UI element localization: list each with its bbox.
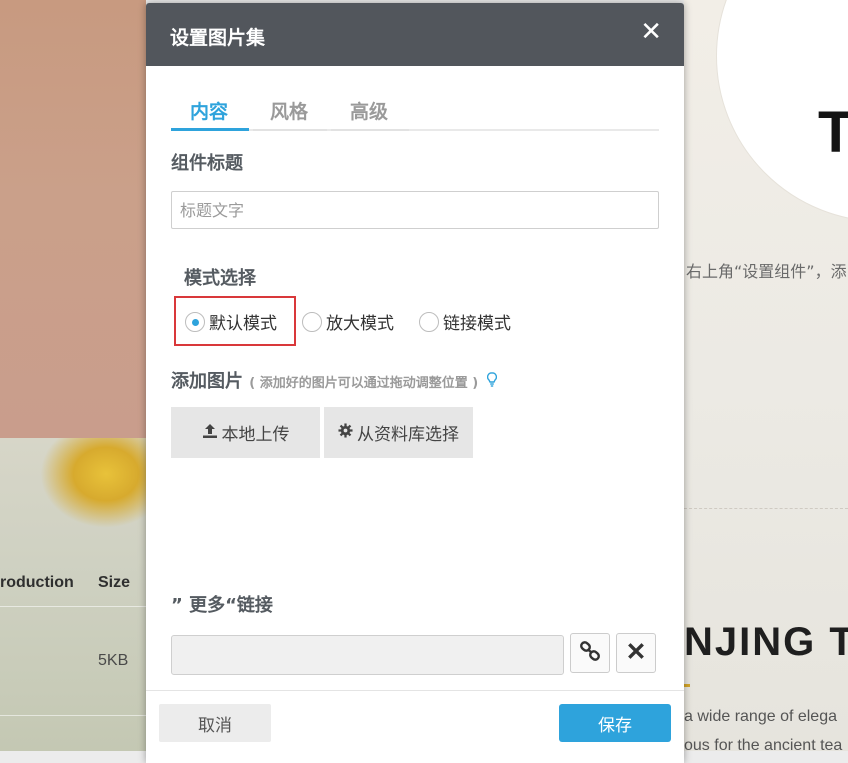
more-link-input[interactable] — [171, 635, 564, 675]
link-icon — [579, 640, 601, 666]
background-dashed-divider — [684, 508, 848, 509]
table-header-production: roduction — [0, 574, 74, 591]
component-title-input[interactable] — [171, 191, 659, 229]
tab-divider — [331, 129, 409, 131]
tab-advanced[interactable]: 高级 — [350, 97, 388, 124]
table-divider — [0, 606, 146, 607]
radio-button-checked[interactable] — [185, 311, 205, 332]
close-icon[interactable]: ✕ — [640, 19, 662, 45]
link-button[interactable] — [570, 633, 610, 673]
lightbulb-icon — [486, 372, 497, 391]
add-images-row: 添加图片 ( 添加好的图片可以通过拖动调整位置 ) — [171, 367, 497, 393]
add-images-label: 添加图片 — [171, 371, 243, 392]
radio-label: 链接模式 — [443, 314, 511, 334]
more-link-label: ” 更多“链接 — [171, 595, 273, 616]
background-heading-underline — [684, 684, 690, 687]
image-gallery-settings-modal: 设置图片集 ✕ 内容 风格 高级 组件标题 模式选择 默认模式 放大模式 链接模… — [146, 3, 684, 763]
local-upload-button[interactable]: 本地上传 — [171, 407, 320, 458]
modal-footer: 取消 保存 — [146, 690, 684, 763]
radio-label: 放大模式 — [326, 314, 394, 334]
background-paragraph-line: ous for the ancient tea — [684, 737, 843, 751]
background-paragraph-line: a wide range of elega — [684, 708, 837, 725]
table-header-size: Size — [98, 574, 131, 591]
mode-selection-label: 模式选择 — [184, 268, 256, 289]
add-images-hint: ( 添加好的图片可以通过拖动调整位置 ) — [249, 376, 479, 391]
tab-bar: 内容 风格 高级 — [171, 93, 659, 131]
library-select-label: 从资料库选择 — [357, 425, 459, 445]
background-image-top — [0, 0, 146, 438]
library-select-button[interactable]: 从资料库选择 — [324, 407, 473, 458]
active-tab-indicator — [171, 128, 249, 131]
local-upload-label: 本地上传 — [221, 425, 290, 445]
gear-icon — [338, 423, 353, 442]
radio-button[interactable] — [302, 311, 322, 332]
tab-style[interactable]: 风格 — [270, 97, 308, 124]
component-title-label: 组件标题 — [171, 153, 243, 174]
radio-default-mode[interactable]: 默认模式 — [185, 309, 277, 334]
modal-header: 设置图片集 ✕ — [146, 3, 684, 66]
flower-image — [40, 438, 150, 528]
background-instruction-text: 右上角“设置组件”，添 — [686, 262, 847, 281]
table-divider — [0, 715, 146, 716]
radio-label: 默认模式 — [209, 314, 277, 334]
modal-title: 设置图片集 — [170, 27, 266, 49]
radio-link-mode[interactable]: 链接模式 — [419, 309, 511, 334]
clear-link-button[interactable] — [616, 633, 656, 673]
background-heading: NJING T — [684, 620, 848, 664]
radio-button[interactable] — [419, 311, 439, 332]
tab-divider — [253, 129, 327, 131]
close-icon — [628, 643, 644, 663]
save-button[interactable]: 保存 — [559, 704, 671, 742]
table-cell-size: 5KB — [98, 652, 129, 669]
upload-icon — [202, 423, 218, 443]
tab-content[interactable]: 内容 — [190, 97, 228, 124]
cancel-button[interactable]: 取消 — [159, 704, 271, 742]
radio-zoom-mode[interactable]: 放大模式 — [302, 309, 394, 334]
background-big-letter: T — [818, 100, 848, 165]
